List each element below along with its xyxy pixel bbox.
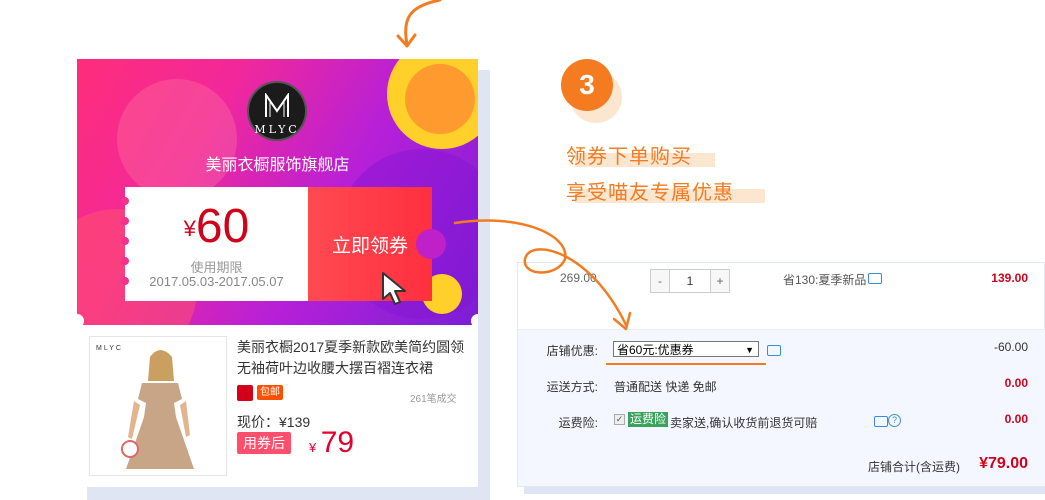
claim-coupon-button[interactable]: 立即领券: [308, 187, 446, 301]
step-tagline-1: 领券下单购买: [566, 146, 692, 168]
banner-blob: [117, 79, 237, 199]
coupon-amount-value: 60: [195, 200, 250, 253]
coupon-currency: ¥: [183, 216, 196, 241]
claim-coupon-label: 立即领券: [331, 236, 408, 257]
store-discount-amount: -60.00: [993, 340, 1028, 354]
insurance-amount: 0.00: [1004, 412, 1028, 426]
help-icon[interactable]: ?: [888, 414, 901, 427]
total-label: 店铺合计(含运费): [868, 460, 960, 474]
final-price: ¥ 79: [309, 426, 354, 460]
insurance-checkbox[interactable]: ✓: [614, 414, 625, 425]
coupon-value-panel: ¥60 使用期限 2017.05.03-2017.05.07: [121, 187, 308, 301]
promo-card: MLYC 美丽衣橱服饰旗舰店 ¥60 使用期限 2017.05.03-2017.…: [77, 59, 478, 487]
free-shipping-badge: 包邮: [257, 385, 283, 400]
dress-model-illustration: [121, 350, 194, 469]
banner-blob: [405, 64, 475, 134]
validity-dates: 2017.05.03-2017.05.07: [149, 274, 284, 289]
selection-underline: [606, 363, 766, 365]
step-tagline-2: 享受喵友专属优惠: [566, 182, 734, 204]
sales-count: 261笔成交: [410, 394, 457, 405]
item-subtotal: 139.00: [991, 271, 1028, 285]
final-currency: ¥: [309, 440, 317, 455]
step-number: 3: [561, 59, 613, 111]
insurance-label: 运费险:: [558, 416, 598, 430]
total-value: ¥79.00: [979, 455, 1028, 472]
insurance-badge: 运费险: [628, 412, 669, 427]
quantity-stepper[interactable]: - 1 +: [650, 269, 730, 293]
logo-m-icon: [265, 93, 289, 117]
chat-icon[interactable]: [868, 273, 882, 284]
store-discount-label: 店铺优惠:: [546, 344, 598, 358]
insurance-description: 卖家送,确认收货前退货可赔: [670, 416, 818, 430]
chevron-down-icon: ▼: [745, 345, 754, 355]
store-name[interactable]: 美丽衣橱服饰旗舰店: [77, 151, 478, 175]
item-promo: 省130:夏季新品: [783, 273, 867, 287]
store-banner: MLYC 美丽衣橱服饰旗舰店 ¥60 使用期限 2017.05.03-2017.…: [77, 59, 478, 325]
store-logo[interactable]: MLYC: [247, 81, 307, 141]
coupon-select-value: 省60元:优惠券: [617, 343, 694, 357]
top-arrow-decoration: [396, 0, 442, 48]
tmall-icon: [237, 385, 253, 401]
pointer-cursor-icon: [382, 272, 406, 305]
insurance-row: 运费险: ✓ 运费险 卖家送,确认收货前退货可赔 ? 0.00: [518, 402, 1045, 439]
chat-icon[interactable]: [874, 416, 888, 427]
shipping-row: 运送方式: 普通配送 快递 免邮 0.00: [518, 366, 1045, 403]
total-row: 店铺合计(含运费) ¥79.00: [518, 438, 1045, 486]
current-price: 现价：¥139: [237, 414, 311, 430]
coupon-amount: ¥60: [125, 199, 308, 254]
coupon-select[interactable]: 省60元:优惠券 ▼: [613, 341, 759, 357]
chat-icon[interactable]: [767, 345, 781, 356]
flow-arrow-decoration: [453, 219, 632, 331]
store-logo-mark: MLYC: [254, 123, 300, 136]
final-price-value: 79: [320, 426, 355, 459]
quantity-plus-button[interactable]: +: [711, 270, 729, 292]
product-image[interactable]: MLYC: [89, 336, 227, 476]
quantity-input[interactable]: 1: [669, 270, 711, 292]
after-coupon-tag: 用券后: [237, 432, 291, 454]
shipping-label: 运送方式:: [546, 380, 598, 394]
shipping-amount: 0.00: [1004, 376, 1028, 390]
product-title[interactable]: 美丽衣橱2017夏季新款欧美简约圆领无袖荷叶边收腰大摆百褶连衣裙: [237, 337, 467, 379]
shipping-method: 普通配送 快递 免邮: [614, 380, 717, 394]
quantity-minus-button[interactable]: -: [651, 270, 669, 292]
